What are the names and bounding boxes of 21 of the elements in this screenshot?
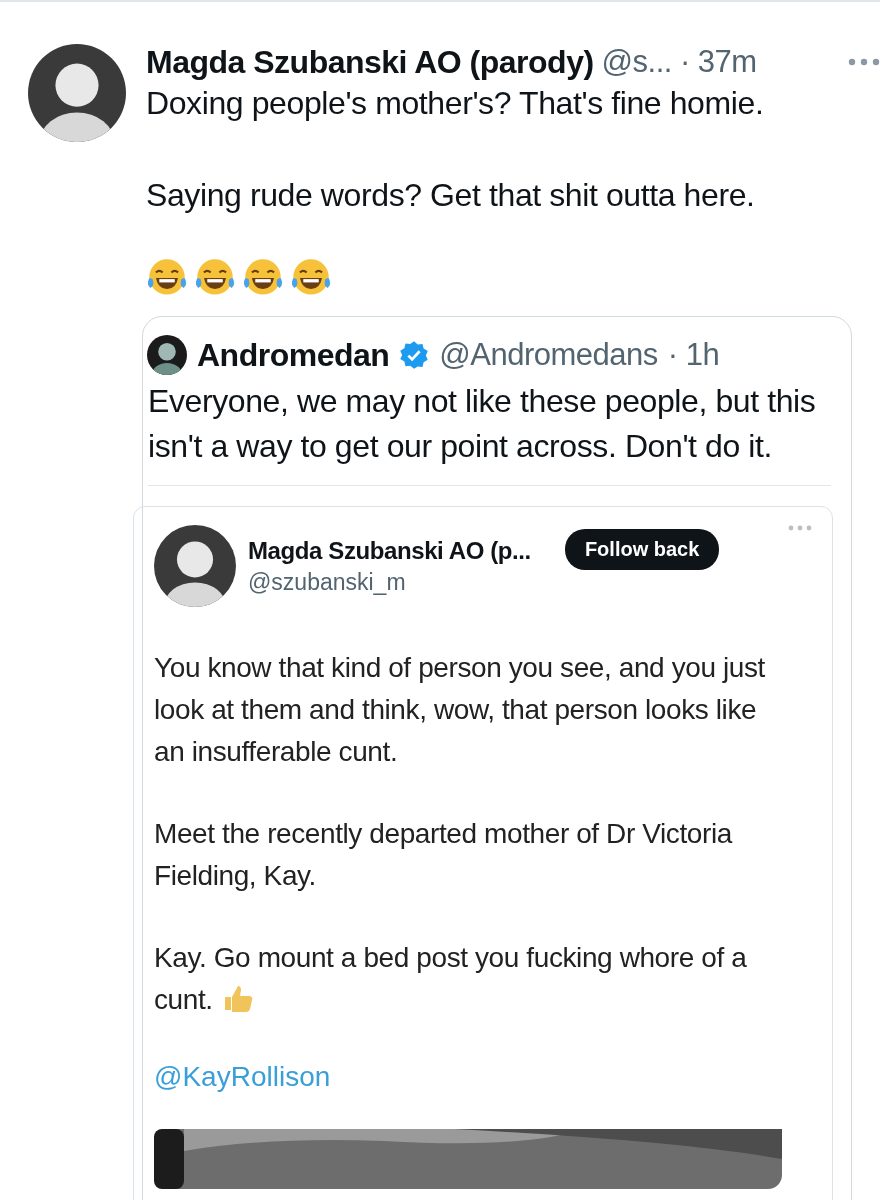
author-handle[interactable]: @s... [601, 44, 672, 80]
follow-back-button[interactable]: Follow back [564, 529, 720, 570]
screenshot-author-handle: @szubanski_m [248, 569, 407, 596]
post-text: Saying rude words? Get that shit outta here. [146, 176, 756, 215]
post-text: Doxing people's mother's? That's fine homie. [146, 84, 765, 123]
quoted-author-name[interactable]: Andromedan [197, 336, 390, 374]
quoted-post-text: Everyone, we may not like these people, but this isn't a way to get our point across. Don't do it. [148, 379, 831, 486]
quoted-post-time: · 1h [667, 337, 720, 373]
screenshot-post-text: Kay. Go mount a bed post you fucking whore of a cunt. [154, 941, 748, 1017]
screenshot-author-name: Magda Szubanski AO (p... [248, 537, 531, 565]
laughing-emoji-icon [242, 258, 284, 298]
laughing-emoji-icon [290, 258, 332, 298]
author-name[interactable]: Magda Szubanski AO (parody) [146, 43, 594, 81]
avatar[interactable] [147, 335, 187, 375]
screenshot-post-text: You know that kind of person you see, and you just look at them and think, wow, that person looks like an insufferable cunt. [154, 651, 766, 769]
post-time: · 37m [679, 44, 757, 80]
more-icon[interactable] [848, 58, 880, 66]
laughing-emoji-icon [194, 258, 236, 298]
screenshot-post-text: Meet the recently departed mother of Dr Victoria Fielding, Kay. [154, 817, 734, 893]
quoted-author-handle[interactable]: @Andromedans [439, 337, 658, 373]
laughing-emoji-icon [146, 258, 188, 298]
